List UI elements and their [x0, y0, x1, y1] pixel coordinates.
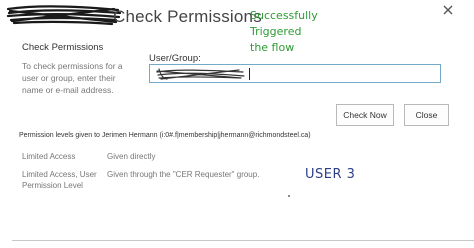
user-group-label: User/Group: — [149, 53, 201, 64]
permission-levels-title: Permission levels given to Jerimen Herma… — [19, 132, 311, 139]
permission-level: Limited Access — [22, 152, 76, 161]
user-label-annotation: USER 3 — [305, 167, 356, 182]
permission-reason: Given through the "CER Requester" group. — [107, 170, 260, 179]
close-icon[interactable] — [442, 4, 454, 16]
permission-level: Limited Access, User Permission Level — [22, 170, 97, 190]
user-group-input[interactable] — [149, 64, 441, 83]
annotation-line-1: Successfully Triggered — [250, 9, 318, 38]
stray-dot — [288, 195, 290, 197]
dialog-title: Check Permissions — [113, 7, 262, 26]
permission-reason: Given directly — [107, 152, 156, 161]
redaction-scribble-input — [156, 68, 245, 80]
success-annotation: Successfully Triggered the flow — [250, 8, 370, 56]
annotation-line-2: the flow — [250, 41, 295, 54]
divider — [12, 240, 474, 241]
text-cursor — [249, 68, 250, 80]
section-description: To check permissions for a user or group… — [22, 61, 123, 95]
redaction-scribble-title — [6, 5, 122, 26]
section-heading: Check Permissions — [22, 42, 104, 53]
check-now-button[interactable]: Check Now — [336, 104, 394, 126]
close-button[interactable]: Close — [404, 104, 449, 126]
